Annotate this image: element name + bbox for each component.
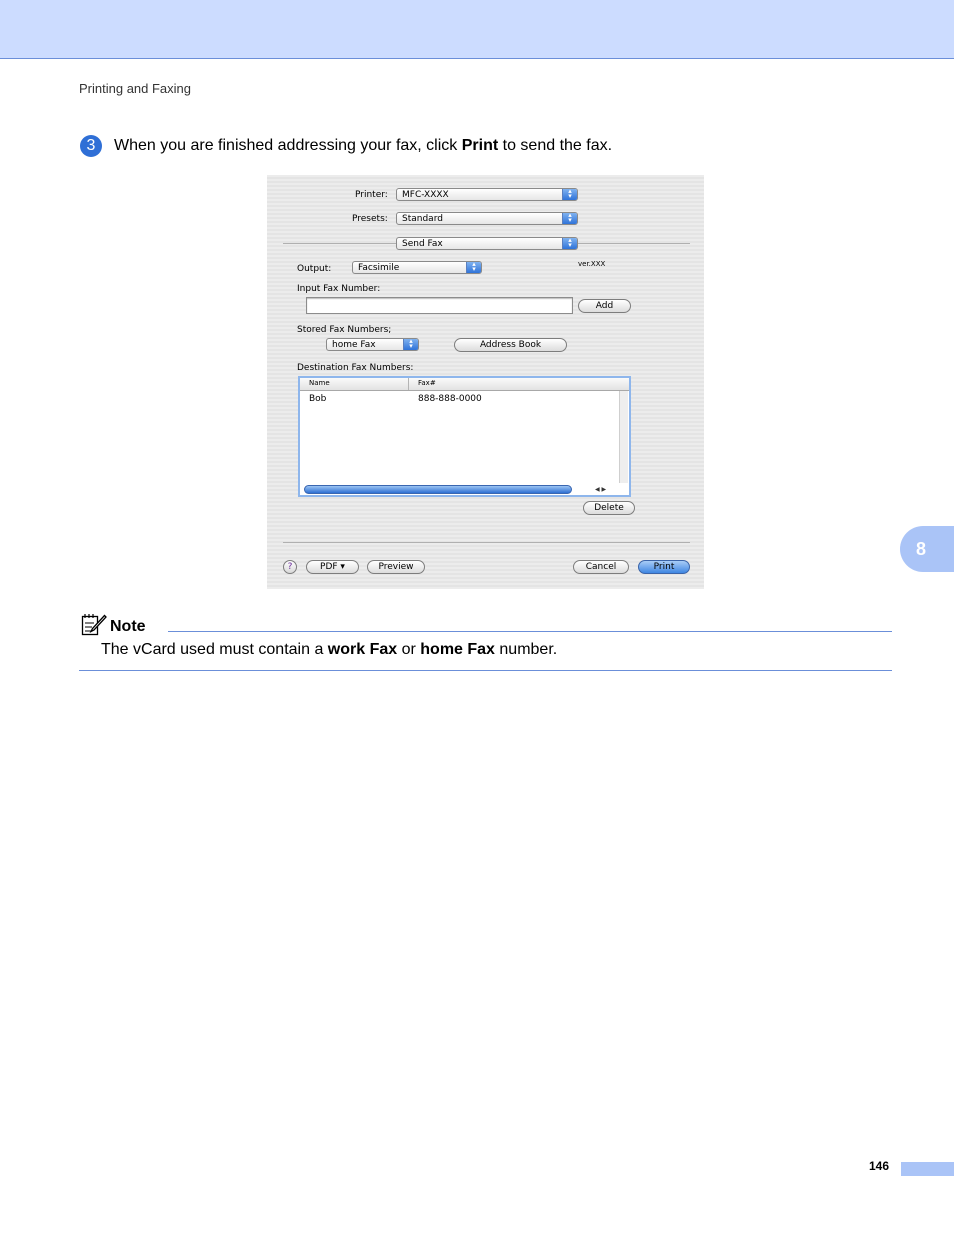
note-title: Note — [110, 618, 146, 635]
popup-arrows-icon: ▴ ▾ — [562, 188, 577, 200]
presets-value: Standard — [402, 214, 443, 224]
popup-arrows-icon: ▴ ▾ — [562, 237, 577, 249]
step-instruction: When you are finished addressing your fa… — [114, 137, 612, 155]
chapter-tab: 8 — [900, 526, 954, 572]
cancel-button[interactable]: Cancel — [573, 560, 629, 574]
row-fax: 888-888-0000 — [418, 394, 482, 404]
page-number: 146 — [869, 1159, 890, 1173]
column-header-name[interactable]: Name — [309, 379, 330, 387]
popup-arrows-icon: ▴ ▾ — [466, 261, 481, 273]
step-text-after: to send the fax. — [498, 137, 613, 154]
note-text-1: The vCard used must contain a — [101, 641, 328, 658]
scroll-arrows-icon[interactable]: ◀ ▶ — [595, 486, 606, 493]
presets-label: Presets: — [352, 214, 388, 224]
stored-fax-value: home Fax — [332, 340, 376, 350]
input-fax-field[interactable] — [306, 297, 573, 314]
note-text-2: or — [397, 641, 421, 658]
printer-label: Printer: — [355, 190, 388, 200]
note-rule-top — [168, 631, 892, 632]
note-rule-bottom — [79, 670, 892, 671]
column-header-fax[interactable]: Fax# — [418, 379, 436, 387]
add-button[interactable]: Add — [578, 299, 631, 313]
note-bold-2: home Fax — [420, 641, 495, 658]
printer-value: MFC-XXXX — [402, 190, 449, 200]
print-button[interactable]: Print — [638, 560, 690, 574]
note-text-3: number. — [494, 641, 558, 658]
note-pencil-icon — [81, 614, 107, 636]
horizontal-scrollbar[interactable] — [304, 485, 572, 494]
version-text: ver.XXX — [578, 260, 606, 268]
stored-fax-popup[interactable]: home Fax ▴ ▾ — [326, 338, 419, 351]
panel-value: Send Fax — [402, 239, 443, 249]
preview-button[interactable]: Preview — [367, 560, 425, 574]
separator — [283, 542, 690, 543]
panel-popup[interactable]: Send Fax ▴ ▾ — [396, 237, 578, 250]
presets-popup[interactable]: Standard ▴ ▾ — [396, 212, 578, 225]
printer-popup[interactable]: MFC-XXXX ▴ ▾ — [396, 188, 578, 201]
destination-table[interactable]: Name Fax# Bob 888-888-0000 ◀ ▶ — [298, 376, 631, 497]
stored-fax-label: Stored Fax Numbers; — [297, 325, 392, 335]
page-number-bar — [901, 1162, 954, 1176]
column-divider — [408, 378, 409, 390]
output-value: Facsimile — [358, 263, 400, 273]
running-title: Printing and Faxing — [79, 81, 192, 96]
header-band — [0, 0, 954, 59]
output-popup[interactable]: Facsimile ▴ ▾ — [352, 261, 482, 274]
popup-arrows-icon: ▴ ▾ — [562, 212, 577, 224]
delete-button[interactable]: Delete — [583, 501, 635, 515]
step-text-before: When you are finished addressing your fa… — [114, 137, 462, 154]
address-book-button[interactable]: Address Book — [454, 338, 567, 352]
step-number-badge: 3 — [80, 135, 102, 157]
pdf-button[interactable]: PDF ▾ — [306, 560, 359, 574]
vertical-scrollbar[interactable] — [619, 391, 628, 483]
output-label: Output: — [297, 264, 332, 274]
row-name: Bob — [309, 394, 327, 404]
input-fax-label: Input Fax Number: — [297, 284, 381, 294]
note-body: The vCard used must contain a work Fax o… — [101, 641, 557, 659]
note-bold-1: work Fax — [327, 641, 398, 658]
popup-arrows-icon: ▴ ▾ — [403, 338, 418, 350]
step-text-bold: Print — [461, 137, 499, 154]
print-fax-dialog-screenshot: Printer: MFC-XXXX ▴ ▾ Presets: Standard ▴… — [267, 175, 704, 589]
table-header: Name Fax# — [300, 378, 629, 391]
destination-label: Destination Fax Numbers: — [297, 363, 414, 373]
help-button[interactable]: ? — [283, 560, 297, 574]
